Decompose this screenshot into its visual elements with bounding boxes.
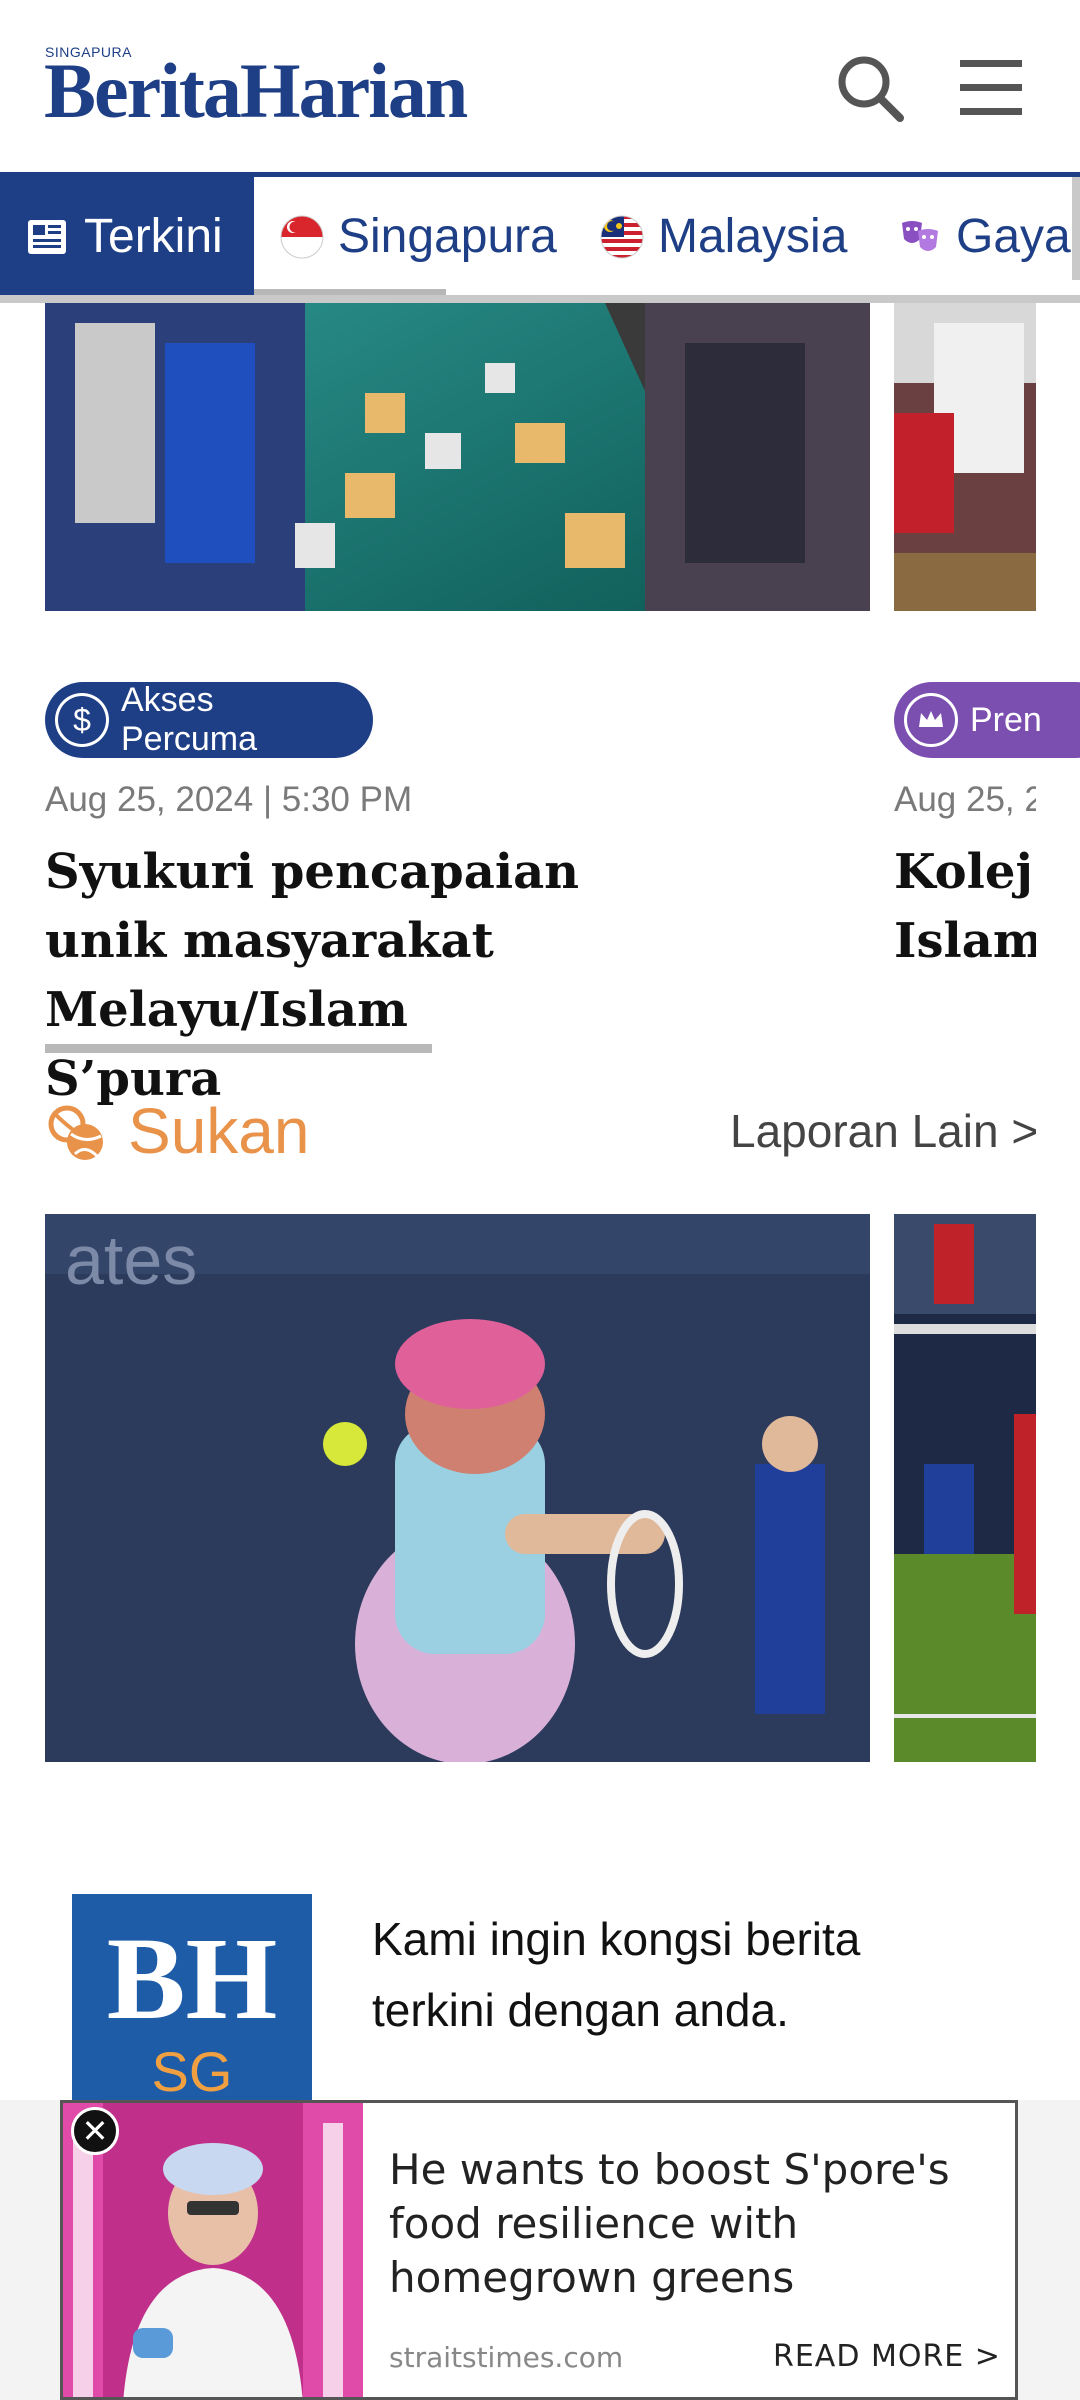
article-image[interactable] xyxy=(894,1214,1036,1762)
badge-label: Pren xyxy=(970,700,1042,739)
more-reports-link[interactable]: Laporan Lain > xyxy=(730,1104,1038,1158)
article-image[interactable] xyxy=(894,303,1036,611)
hamburger-menu-icon[interactable] xyxy=(956,52,1028,124)
dollar-icon: $ xyxy=(55,693,109,747)
article-image[interactable] xyxy=(45,303,870,611)
singapore-flag-icon xyxy=(280,215,324,259)
tab-bar-edge xyxy=(1072,177,1080,280)
crown-icon xyxy=(904,693,958,747)
newspaper-icon xyxy=(26,215,68,257)
tab-label: Singapura xyxy=(338,209,557,263)
tab-label: Malaysia xyxy=(658,209,848,263)
ad-headline: He wants to boost S'pore's food resilien… xyxy=(389,2145,950,2302)
close-icon[interactable]: ✕ xyxy=(71,2107,119,2155)
site-header: SINGAPURA BeritaHarian xyxy=(0,0,1080,172)
section-title[interactable]: Sukan xyxy=(128,1094,309,1168)
article-date: Aug 25, 2024 | 5:30 PM xyxy=(45,780,413,819)
category-tabs: Terkini Singapura Malaysia Gaya xyxy=(0,177,1080,295)
search-icon[interactable] xyxy=(834,52,906,124)
malaysia-flag-icon xyxy=(600,215,644,259)
premium-badge: Pren xyxy=(894,682,1080,758)
article-headline[interactable]: Syukuri pencapaian unik masyarakat Melay… xyxy=(45,838,845,1114)
bhsg-logo: BH SG xyxy=(72,1894,312,2104)
headline-line: Islam xyxy=(894,913,1036,969)
read-more-button[interactable]: READ MORE > xyxy=(773,2339,1001,2374)
ad-source: straitstimes.com xyxy=(389,2341,624,2374)
tab-label: Gaya xyxy=(956,209,1071,263)
article-image[interactable]: ates xyxy=(45,1214,870,1762)
headline-line: unik masyarakat Melayu/Islam xyxy=(45,913,494,1038)
headline-line: Syukuri pencapaian xyxy=(45,844,580,900)
logo-text: BH xyxy=(106,1913,278,2044)
sports-balls-icon xyxy=(45,1104,105,1164)
article-preview-clip[interactable]: Aug 25, 2 Kolej s Islam xyxy=(894,770,1036,1030)
svg-text:ates: ates xyxy=(65,1221,197,1299)
masks-icon xyxy=(898,215,940,257)
tab-malaysia[interactable]: Malaysia xyxy=(600,177,847,295)
tab-gaya[interactable]: Gaya xyxy=(898,177,1071,295)
tab-singapura[interactable]: Singapura xyxy=(280,177,557,295)
ad-banner[interactable]: ✕ He wants to boost S'pore's food resili… xyxy=(60,2100,1018,2400)
headline-line: Kolej s xyxy=(894,844,1036,900)
tab-bar-divider xyxy=(0,295,1080,303)
site-logo[interactable]: BeritaHarian xyxy=(44,52,468,130)
free-access-badge: $ Akses Percuma xyxy=(45,681,373,758)
tab-terkini[interactable]: Terkini xyxy=(0,177,254,295)
article-headline: Kolej s Islam xyxy=(894,838,1036,976)
carousel-scroll-indicator xyxy=(45,1044,432,1053)
promo-message: Kami ingin kongsi berita terkini dengan … xyxy=(372,1913,861,2036)
premium-badge-clip: Pren xyxy=(894,682,1080,758)
logo-text: SG xyxy=(151,2040,233,2103)
article-date: Aug 25, 2 xyxy=(894,780,1036,819)
badge-label: Akses Percuma xyxy=(120,681,258,758)
tab-label: Terkini xyxy=(84,209,223,263)
